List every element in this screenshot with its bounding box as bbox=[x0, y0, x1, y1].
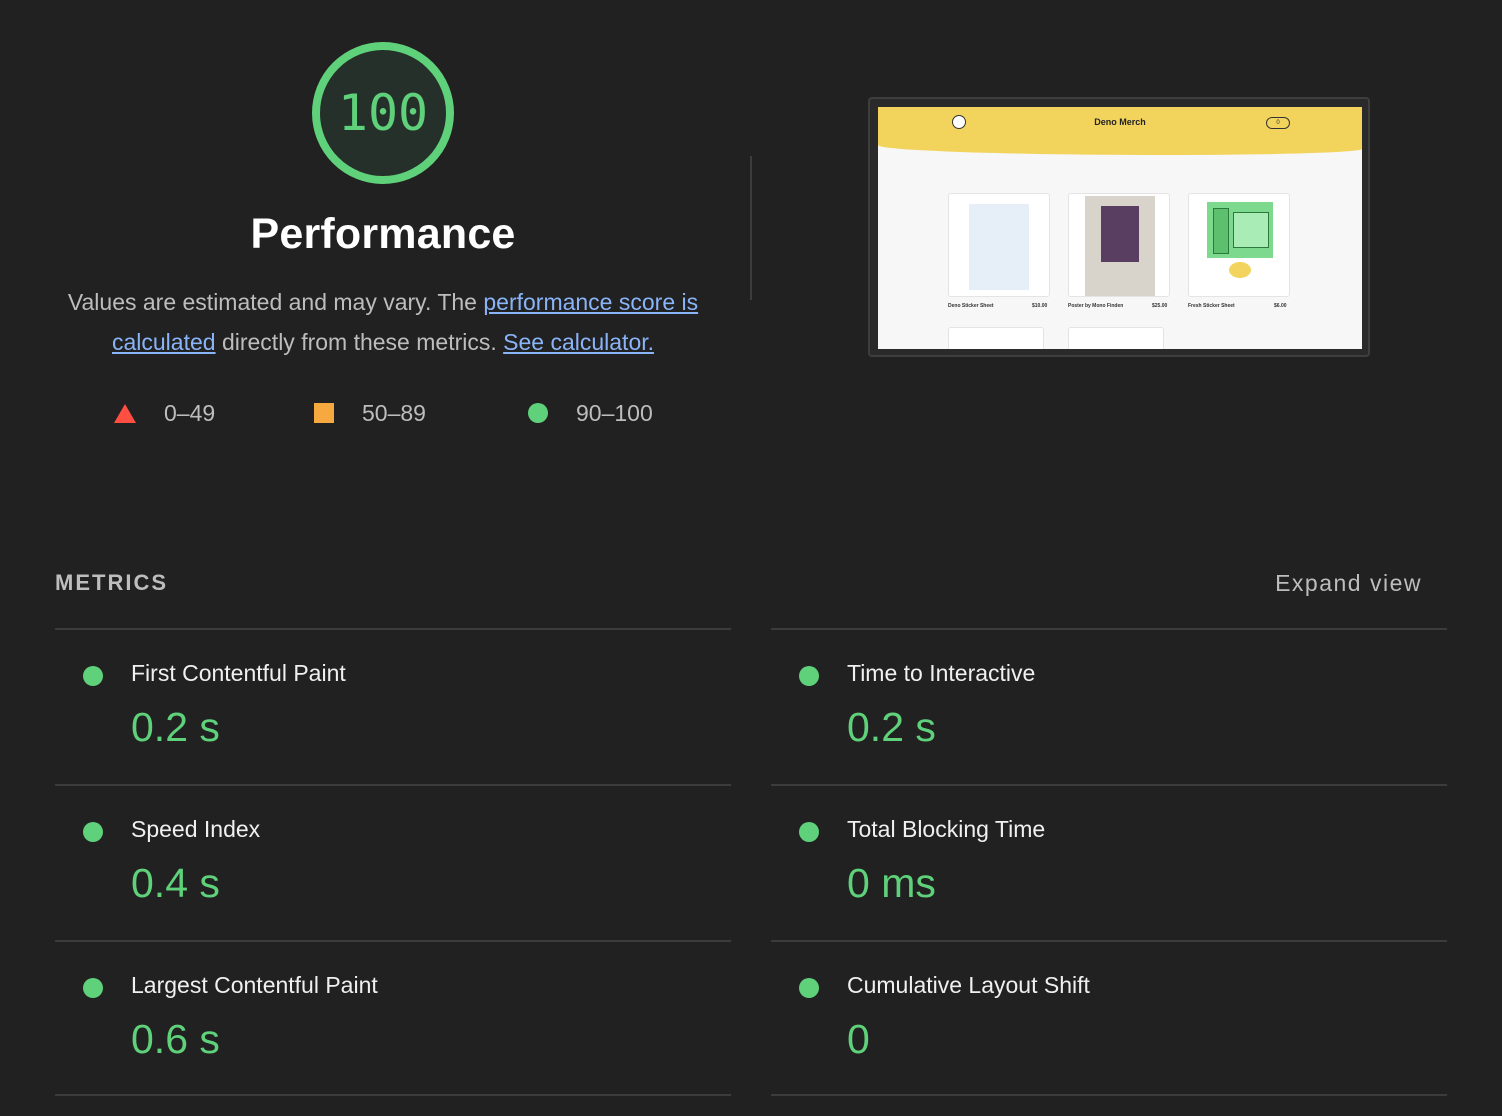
legend-range: 0–49 bbox=[164, 399, 216, 426]
legend-range: 90–100 bbox=[576, 399, 653, 426]
expand-view-button[interactable]: Expand view bbox=[1275, 570, 1422, 597]
metrics-divider bbox=[771, 1094, 1447, 1096]
metric-value: 0.2 s bbox=[847, 704, 936, 750]
description-text-middle: directly from these metrics. bbox=[215, 329, 504, 355]
fresh-sticker-image bbox=[1207, 202, 1273, 258]
pass-circle-icon bbox=[83, 666, 103, 686]
pass-circle-icon bbox=[83, 978, 103, 998]
metric-value: 0 ms bbox=[847, 860, 936, 906]
score-value: 100 bbox=[337, 84, 429, 142]
sticker-sheet-image bbox=[969, 204, 1029, 290]
metric-title: Total Blocking Time bbox=[847, 816, 1046, 842]
metric-value: 0.4 s bbox=[131, 860, 220, 906]
legend-item-average: 50–89 bbox=[314, 396, 426, 430]
category-title: Performance bbox=[250, 210, 516, 258]
poster-image bbox=[1085, 196, 1155, 296]
product-price: $6.00 bbox=[1274, 303, 1287, 309]
vertical-divider bbox=[750, 156, 752, 300]
square-icon bbox=[314, 403, 334, 423]
cart-icon: 0 bbox=[1266, 117, 1290, 129]
pass-circle-icon bbox=[799, 666, 819, 686]
pass-circle-icon bbox=[799, 978, 819, 998]
performance-score-gauge: 100 bbox=[310, 40, 456, 186]
product-name: Poster by Mono Finden bbox=[1068, 303, 1124, 309]
score-description: Values are estimated and may vary. The p… bbox=[50, 282, 716, 362]
metric-total-blocking-time: Total Blocking Time 0 ms bbox=[771, 784, 1447, 940]
product-card bbox=[1188, 193, 1290, 297]
product-card bbox=[948, 193, 1050, 297]
metric-time-to-interactive: Time to Interactive 0.2 s bbox=[771, 628, 1447, 784]
metric-title: Largest Contentful Paint bbox=[131, 972, 378, 998]
legend-item-fail: 0–49 bbox=[114, 396, 215, 430]
product-price: $25.00 bbox=[1152, 303, 1168, 309]
product-card bbox=[1068, 327, 1164, 349]
metric-title: First Contentful Paint bbox=[131, 660, 346, 686]
site-header bbox=[878, 107, 1362, 155]
pass-circle-icon bbox=[799, 822, 819, 842]
product-name: Fresh Sticker Sheet bbox=[1188, 303, 1235, 309]
legend-range: 50–89 bbox=[362, 399, 426, 426]
metric-speed-index: Speed Index 0.4 s bbox=[55, 784, 731, 940]
screenshot-image: Deno Merch 0 Deno Sticker Sheet $10.00 P… bbox=[878, 107, 1362, 349]
description-text: Values are estimated and may vary. The bbox=[67, 289, 484, 315]
metric-value: 0 bbox=[847, 1016, 870, 1062]
product-name: Deno Sticker Sheet bbox=[948, 303, 994, 309]
metric-largest-contentful-paint: Largest Contentful Paint 0.6 s bbox=[55, 940, 731, 1096]
triangle-icon bbox=[114, 403, 136, 423]
metric-title: Time to Interactive bbox=[847, 660, 1036, 686]
metric-title: Speed Index bbox=[131, 816, 261, 842]
product-card bbox=[948, 327, 1044, 349]
lemon-image bbox=[1229, 262, 1251, 278]
final-screenshot[interactable]: Deno Merch 0 Deno Sticker Sheet $10.00 P… bbox=[868, 97, 1370, 357]
legend-item-pass: 90–100 bbox=[528, 396, 653, 430]
product-price: $10.00 bbox=[1032, 303, 1048, 309]
score-legend: 0–49 50–89 90–100 bbox=[0, 396, 760, 430]
metric-cumulative-layout-shift: Cumulative Layout Shift 0 bbox=[771, 940, 1447, 1096]
metrics-header: METRICS bbox=[55, 570, 168, 595]
circle-icon bbox=[528, 403, 548, 423]
product-card bbox=[1068, 193, 1170, 297]
pass-circle-icon bbox=[83, 822, 103, 842]
metric-title: Cumulative Layout Shift bbox=[847, 972, 1090, 998]
see-calculator-link[interactable]: See calculator. bbox=[503, 329, 654, 355]
metric-first-contentful-paint: First Contentful Paint 0.2 s bbox=[55, 628, 731, 784]
metric-value: 0.2 s bbox=[131, 704, 220, 750]
metrics-divider bbox=[55, 1094, 731, 1096]
metric-value: 0.6 s bbox=[131, 1016, 220, 1062]
